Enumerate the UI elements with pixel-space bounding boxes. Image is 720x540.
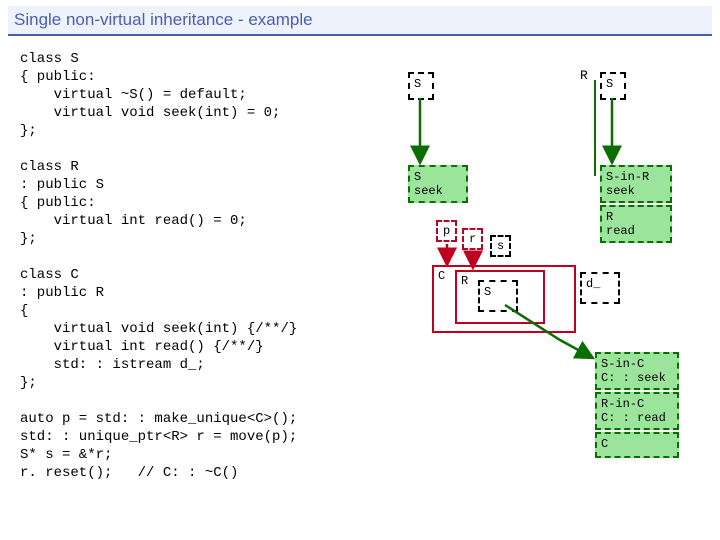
vtable-S: S seek <box>408 165 468 203</box>
vtable-C-top: S-in-C C: : seek <box>595 352 679 390</box>
obj-d-label: d_ <box>586 277 600 291</box>
box-S-right: S <box>600 72 626 100</box>
vtable-R-top: S-in-R seek <box>600 165 672 203</box>
cell-s: s <box>490 235 511 257</box>
vtable-R-bottom: R read <box>600 205 672 243</box>
obj-R-label: R <box>461 274 468 288</box>
vtable-C-line2: C: : seek <box>601 371 673 385</box>
obj-d: d_ <box>580 272 620 304</box>
cell-r: r <box>462 228 483 250</box>
vtable-C-line3: R-in-C <box>601 397 673 411</box>
obj-C-label: C <box>438 269 445 283</box>
ptr-row: p <box>436 220 457 242</box>
vtable-C-line4: C: : read <box>601 411 673 425</box>
vtable-C-line5: C <box>601 437 673 451</box>
vtable-C-line1: S-in-C <box>601 357 673 371</box>
vtable-C-bot: C <box>595 432 679 458</box>
box-S-left: S <box>408 72 434 100</box>
cell-p: p <box>436 220 457 242</box>
page-title: Single non-virtual inheritance - example <box>8 6 712 36</box>
obj-S: S <box>478 280 518 312</box>
vtable-R-line1: S-in-R <box>606 170 666 184</box>
code-listing: class S { public: virtual ~S() = default… <box>20 50 380 482</box>
label-R: R <box>580 68 588 83</box>
vtable-R-line3: R <box>606 210 666 224</box>
ptr-row3: s <box>490 235 511 257</box>
vtable-R-line4: read <box>606 224 666 238</box>
vtable-S-line1: S <box>414 170 462 184</box>
obj-S-label: S <box>484 285 491 299</box>
ptr-row2: r <box>462 228 483 250</box>
vtable-S-line2: seek <box>414 184 462 198</box>
vtable-R-line2: seek <box>606 184 666 198</box>
vtable-C-mid: R-in-C C: : read <box>595 392 679 430</box>
